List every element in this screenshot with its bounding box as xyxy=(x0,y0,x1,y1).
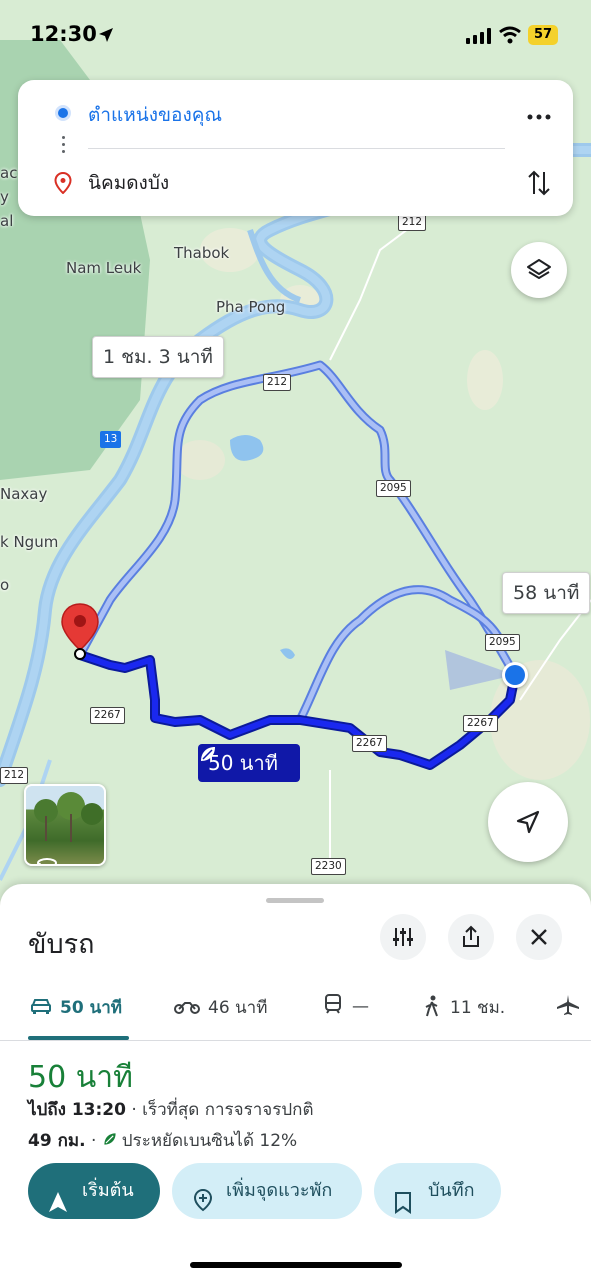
navigation-start-icon xyxy=(48,1180,68,1236)
tab-driving[interactable]: 50 นาที xyxy=(30,994,122,1021)
bookmark-icon xyxy=(394,1181,412,1237)
road-shield: 212 xyxy=(263,374,292,391)
active-tab-indicator xyxy=(28,1036,129,1040)
travel-mode-tabs: 50 นาที 46 นาที — 11 ชม. xyxy=(0,978,591,1041)
directions-card: ตำแหน่งของคุณ นิคมดงบัง xyxy=(18,80,573,216)
car-icon xyxy=(30,997,52,1020)
wifi-icon xyxy=(498,26,522,48)
location-arrow-icon xyxy=(97,26,115,48)
start-button-label: เริ่มต้น xyxy=(82,1180,134,1201)
arrival-info: ไปถึง 13:20 · เร็วที่สุด การจราจรปกติ xyxy=(28,1096,314,1123)
eco-leaf-small-icon xyxy=(102,1131,118,1152)
road-shield: 212 xyxy=(0,767,29,784)
airplane-icon xyxy=(556,994,580,1021)
road-shield: 2267 xyxy=(90,707,125,724)
save-button[interactable]: บันทึก xyxy=(374,1163,501,1219)
map-label-k-ngum: k Ngum xyxy=(0,533,59,551)
tab-motorcycle[interactable]: 46 นาที xyxy=(174,994,267,1021)
destination-pin-small-icon xyxy=(54,171,72,198)
tab-driving-label: 50 นาที xyxy=(60,998,122,1018)
origin-dot-icon xyxy=(58,108,68,118)
close-button[interactable] xyxy=(516,914,562,960)
current-location-dot xyxy=(502,662,528,688)
battery-level: 57 xyxy=(528,25,558,45)
layers-button[interactable] xyxy=(511,242,567,298)
main-route-time-callout[interactable]: 50 นาที xyxy=(198,744,301,782)
map-label-thabok: Thabok xyxy=(174,244,230,262)
map-label-ac: ac xyxy=(0,164,18,182)
distance-info: 49 กม. · ประหยัดเบนซินได้ 12% xyxy=(28,1131,298,1152)
route-options-button[interactable] xyxy=(380,914,426,960)
status-bar: 12:30 57 xyxy=(0,0,591,64)
travel-mode-title: ขับรถ xyxy=(28,929,95,960)
route-distance: 49 กม. xyxy=(28,1131,86,1151)
swap-direction-icon[interactable] xyxy=(526,168,552,202)
share-icon xyxy=(460,925,482,953)
road-shield: 2267 xyxy=(463,715,498,732)
motorcycle-icon xyxy=(174,997,200,1020)
add-stop-button-label: เพิ่มจุดแวะพัก xyxy=(226,1180,333,1201)
street-view-thumbnail[interactable] xyxy=(24,784,106,866)
add-stop-button[interactable]: เพิ่มจุดแวะพัก xyxy=(172,1163,362,1219)
road-shield: 2095 xyxy=(376,480,411,497)
more-options-icon[interactable] xyxy=(526,106,552,125)
alt-route-time-callout[interactable]: 58 นาที xyxy=(502,572,591,614)
tab-walking-label: 11 ชม. xyxy=(450,998,506,1018)
road-shield: 2230 xyxy=(311,858,346,875)
arrival-time: ไปถึง 13:20 xyxy=(28,1100,126,1120)
road-shield: 13 xyxy=(100,431,122,448)
map-label-o: o xyxy=(0,576,10,594)
home-indicator[interactable] xyxy=(190,1262,402,1268)
walk-icon xyxy=(424,995,440,1022)
save-button-label: บันทึก xyxy=(428,1180,475,1201)
route-dots-icon xyxy=(62,136,65,157)
directions-sheet: ขับรถ 50 นาที 46 นาที — 11 ชม. 50 นาที ไ… xyxy=(0,884,591,1280)
sliders-icon xyxy=(392,926,414,952)
route-duration: 50 นาที xyxy=(28,1060,133,1095)
tab-transit-label: — xyxy=(352,996,369,1017)
road-shield: 2095 xyxy=(485,634,520,651)
cellular-signal-icon xyxy=(466,28,492,48)
destination-field[interactable]: นิคมดงบัง xyxy=(88,168,169,198)
origin-field[interactable]: ตำแหน่งของคุณ xyxy=(88,100,222,130)
tab-walking[interactable]: 11 ชม. xyxy=(424,994,505,1022)
road-shield: 2267 xyxy=(352,735,387,752)
map-label-y: y xyxy=(0,188,9,206)
alt-route-time-callout[interactable]: 1 ชม. 3 นาที xyxy=(92,336,224,378)
share-button[interactable] xyxy=(448,914,494,960)
start-button[interactable]: เริ่มต้น xyxy=(28,1163,160,1219)
tab-transit[interactable]: — xyxy=(324,994,369,1019)
fuel-savings: ประหยัดเบนซินได้ 12% xyxy=(121,1131,298,1151)
road-shield: 212 xyxy=(398,214,427,231)
map-label-naxay: Naxay xyxy=(0,485,48,503)
arrival-note: · เร็วที่สุด การจราจรปกติ xyxy=(125,1100,314,1120)
recenter-button[interactable] xyxy=(488,782,568,862)
main-route-time: 50 นาที xyxy=(208,751,278,775)
tab-flights[interactable] xyxy=(556,994,580,1021)
map-label-pha-pong: Pha Pong xyxy=(216,298,286,316)
divider xyxy=(88,148,505,149)
map-label-al: al xyxy=(0,212,14,230)
map-label-nam-leuk: Nam Leuk xyxy=(66,259,142,277)
close-icon xyxy=(530,928,548,950)
sheet-drag-handle[interactable] xyxy=(266,898,324,903)
status-time: 12:30 xyxy=(30,22,97,46)
tab-motorcycle-label: 46 นาที xyxy=(208,998,268,1018)
add-location-icon xyxy=(192,1179,214,1235)
transit-icon xyxy=(324,994,342,1019)
